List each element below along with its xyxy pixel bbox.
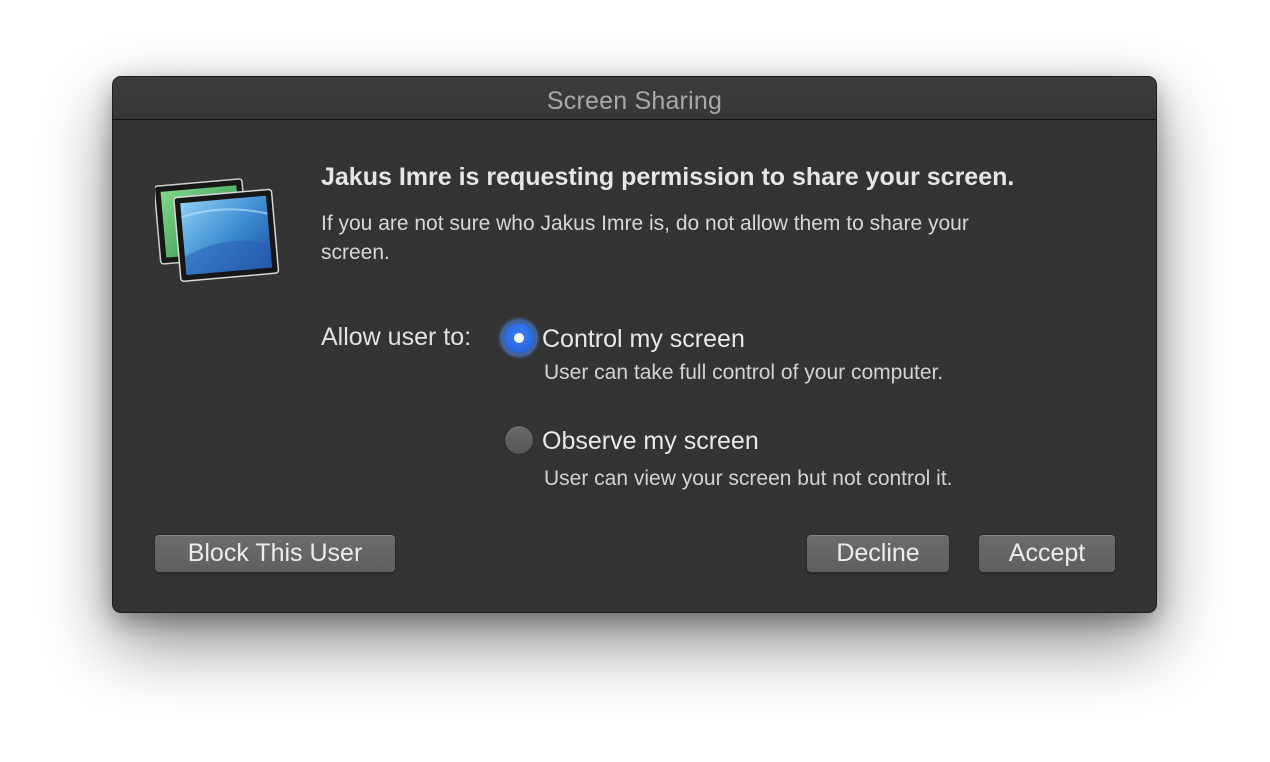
request-heading: Jakus Imre is requesting permission to s…	[321, 163, 1015, 191]
observe-screen-label[interactable]: Observe my screen	[542, 427, 759, 456]
screen-sharing-app-icon	[155, 178, 280, 282]
desktop-background: Screen Sharing Jakus Imre is requesting …	[0, 0, 1270, 762]
accept-button[interactable]: Accept	[978, 534, 1116, 573]
control-screen-radio[interactable]	[504, 323, 534, 353]
window-title: Screen Sharing	[546, 87, 723, 115]
control-screen-label[interactable]: Control my screen	[542, 325, 745, 354]
warning-message: If you are not sure who Jakus Imre is, d…	[321, 212, 969, 264]
radio-selected-dot	[514, 333, 524, 343]
observe-screen-radio[interactable]	[504, 425, 534, 455]
decline-button[interactable]: Decline	[806, 534, 950, 573]
screen-sharing-dialog: Screen Sharing Jakus Imre is requesting …	[112, 76, 1157, 613]
observe-screen-description: User can view your screen but not contro…	[544, 467, 953, 490]
title-bar[interactable]: Screen Sharing	[113, 77, 1156, 120]
control-screen-description: User can take full control of your compu…	[544, 361, 944, 384]
allow-user-label: Allow user to:	[321, 323, 472, 351]
block-user-button[interactable]: Block This User	[154, 534, 396, 573]
